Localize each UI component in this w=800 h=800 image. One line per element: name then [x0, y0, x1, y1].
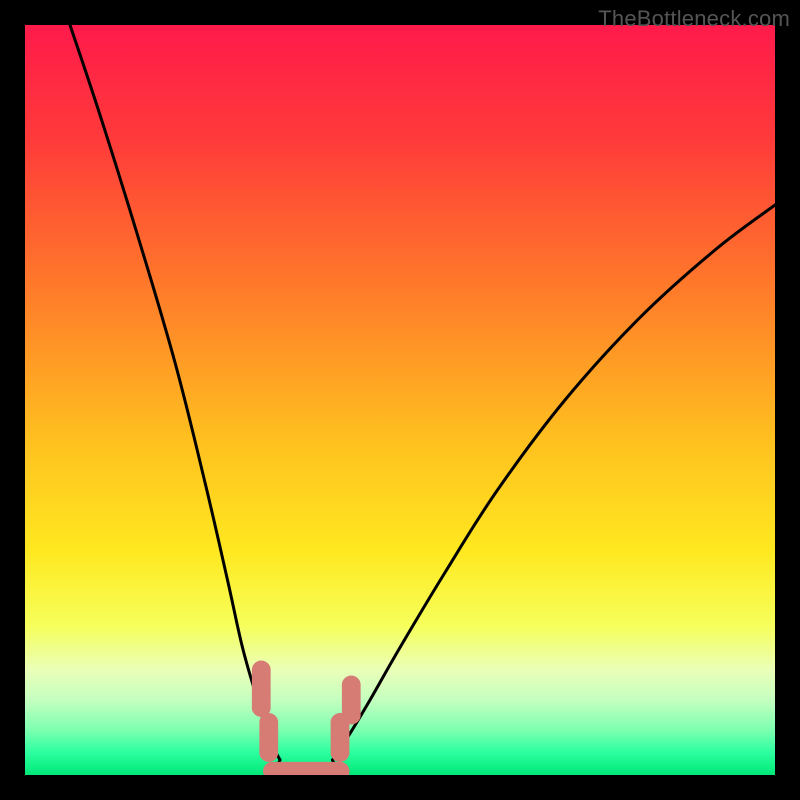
plot-area: [25, 25, 775, 775]
watermark-text: TheBottleneck.com: [598, 6, 790, 32]
bottleneck-chart: [25, 25, 775, 775]
chart-frame: TheBottleneck.com: [0, 0, 800, 800]
gradient-background: [25, 25, 775, 775]
